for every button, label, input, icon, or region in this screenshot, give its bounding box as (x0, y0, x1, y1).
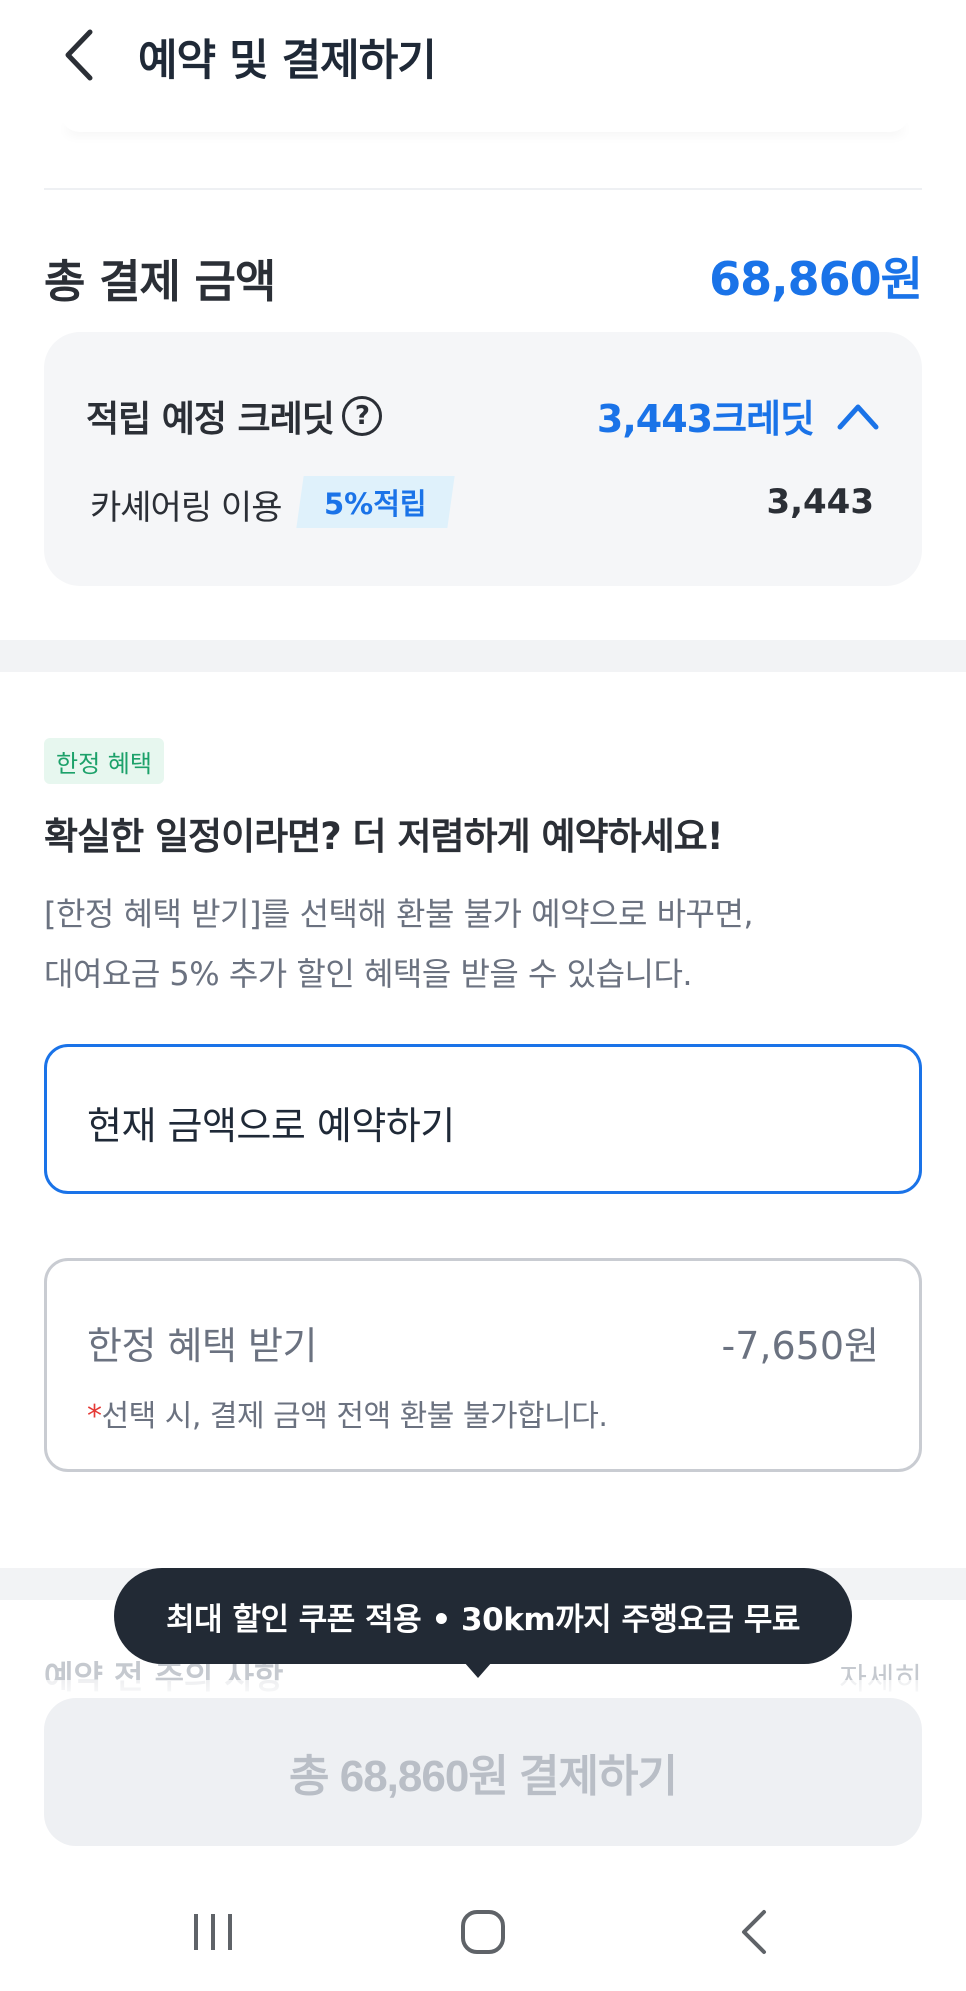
promo-tag: 한정 혜택 (44, 738, 164, 784)
credit-title-label: 적립 예정 크레딧 (86, 399, 335, 440)
system-nav-bar (0, 1880, 966, 1991)
option-limited-offer[interactable]: 한정 혜택 받기 -7,650원 *선택 시, 결제 금액 전액 환불 불가합니… (44, 1258, 922, 1472)
option-limited-label: 한정 혜택 받기 (87, 1324, 317, 1368)
promo-desc-line1: [한정 혜택 받기]를 선택해 환불 불가 예약으로 바꾸면, (44, 895, 754, 933)
total-label: 총 결제 금액 (44, 255, 276, 308)
credit-rate-badge: 5%적립 (296, 476, 455, 528)
promo-heading: 확실한 일정이라면? 더 저렴하게 예약하세요! (44, 815, 724, 858)
recents-button[interactable] (168, 1892, 258, 1972)
credit-rate-text: 5%적립 (324, 487, 427, 521)
recents-icon (194, 1914, 232, 1950)
promo-desc-line2: 대여요금 5% 추가 할인 혜택을 받을 수 있습니다. (44, 955, 693, 993)
back-icon (742, 1910, 766, 1954)
promo-tooltip: 최대 할인 쿠폰 적용 • 30km까지 주행요금 무료 (114, 1568, 852, 1664)
divider (44, 188, 922, 190)
credit-toggle[interactable]: 3,443크레딧 (597, 388, 880, 443)
option-limited-amount: -7,650원 (721, 1324, 879, 1368)
tooltip-arrow (464, 1662, 492, 1678)
home-button[interactable] (438, 1892, 528, 1972)
credit-item-label: 카셰어링 이용 (90, 488, 282, 528)
pay-button[interactable]: 총 68,860원 결제하기 (44, 1698, 922, 1846)
chevron-up-icon (837, 404, 879, 429)
credit-item-value: 3,443 (766, 482, 874, 522)
promo-description: [한정 혜택 받기]를 선택해 환불 불가 예약으로 바꾸면, 대여요금 5% … (44, 884, 924, 1004)
back-button[interactable] (48, 22, 108, 88)
previous-card-edge (60, 112, 910, 132)
option-current-price[interactable]: 현재 금액으로 예약하기 (44, 1044, 922, 1194)
system-back-button[interactable] (708, 1892, 798, 1972)
app-header: 예약 및 결제하기 (0, 0, 966, 112)
section-separator (0, 640, 966, 672)
screen: { "header": { "title": "예약 및 결제하기", "bac… (0, 0, 966, 1991)
credit-card: 적립 예정 크레딧 ? 3,443크레딧 카셰어링 이용 5%적립 3,443 (44, 332, 922, 586)
question-circle-icon[interactable]: ? (341, 396, 382, 436)
credit-title: 적립 예정 크레딧 ? (86, 390, 382, 442)
option-limited-note: *선택 시, 결제 금액 전액 환불 불가합니다. (87, 1391, 608, 1435)
total-amount: 68,860원 (709, 252, 923, 306)
chevron-left-icon (65, 29, 93, 81)
option-current-label: 현재 금액으로 예약하기 (87, 1104, 455, 1148)
home-icon (461, 1910, 505, 1954)
option-limited-note-text: 선택 시, 결제 금액 전액 환불 불가합니다. (101, 1399, 608, 1434)
required-asterisk: * (87, 1399, 102, 1434)
credit-amount: 3,443크레딧 (596, 397, 815, 441)
page-title: 예약 및 결제하기 (138, 36, 437, 86)
